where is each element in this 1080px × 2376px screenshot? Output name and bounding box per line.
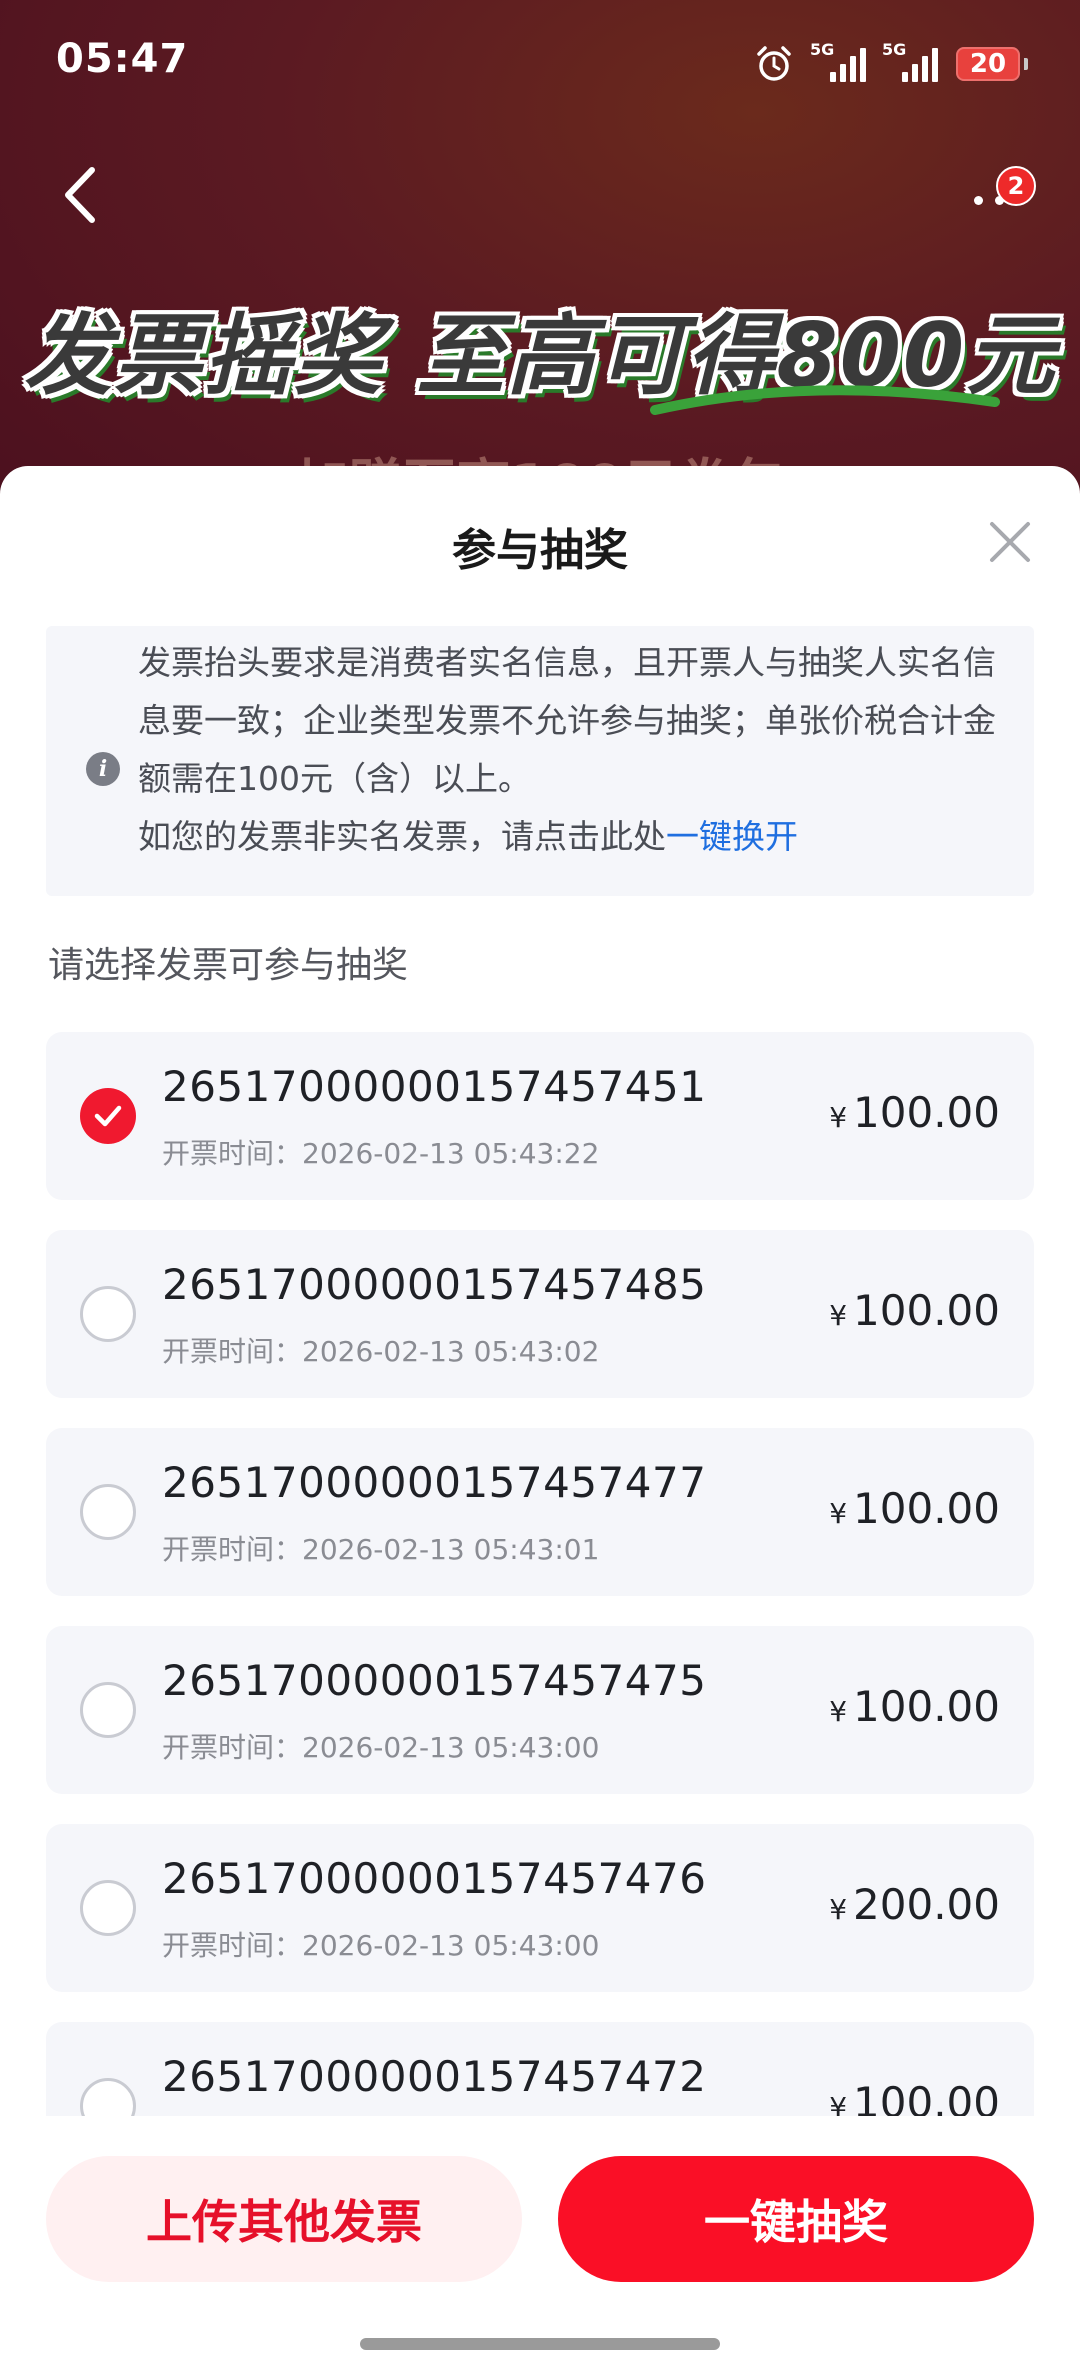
currency-symbol: ¥: [829, 1695, 848, 1728]
invoice-item[interactable]: 26517000000157457476 开票时间：2026-02-13 05:4…: [46, 1824, 1034, 1992]
alarm-icon: [757, 46, 791, 81]
one-click-draw-button[interactable]: 一键抽奖: [558, 2156, 1034, 2282]
invoice-list: 26517000000157457451 开票时间：2026-02-13 05:4…: [46, 1032, 1034, 2124]
invoice-amount: ¥100.00: [829, 1088, 1000, 1137]
amount-value: 200.00: [853, 1880, 1000, 1929]
invoice-amount: ¥100.00: [829, 1682, 1000, 1731]
network-type-label: 5G: [810, 40, 835, 59]
invoice-time-value: 2026-02-13 05:43:02: [302, 1335, 600, 1368]
invoice-number: 26517000000157457451: [162, 1062, 707, 1111]
invoice-item[interactable]: 26517000000157457472 ¥100.00: [46, 2022, 1034, 2124]
currency-symbol: ¥: [829, 1299, 848, 1332]
invoice-time: 开票时间：2026-02-13 05:43:02: [162, 1330, 599, 1370]
network-type-label: 5G: [882, 40, 907, 59]
invoice-time-label: 开票时间：: [162, 1533, 303, 1566]
invoice-time-label: 开票时间：: [162, 1929, 303, 1962]
notification-badge: 2: [996, 166, 1036, 206]
amount-value: 100.00: [853, 1682, 1000, 1731]
checked-radio-icon[interactable]: [80, 1088, 136, 1144]
close-icon[interactable]: [980, 512, 1040, 572]
notice-rules: 发票抬头要求是消费者实名信息，且开票人与抽奖人实名信息要一致；企业类型发票不允许…: [138, 643, 996, 798]
status-bar: 05:47 5G 5G 20: [0, 0, 1080, 130]
footer-actions: 上传其他发票 一键抽奖: [0, 2116, 1080, 2376]
currency-symbol: ¥: [829, 1497, 848, 1530]
radio-icon[interactable]: [80, 1484, 136, 1540]
radio-icon[interactable]: [80, 1286, 136, 1342]
battery-icon: 20: [956, 47, 1028, 81]
invoice-time-value: 2026-02-13 05:43:22: [302, 1137, 600, 1170]
swoosh-decoration: [650, 385, 1000, 415]
amount-value: 100.00: [853, 1088, 1000, 1137]
currency-symbol: ¥: [829, 1101, 848, 1134]
invoice-time-value: 2026-02-13 05:43:01: [302, 1533, 600, 1566]
notice-box: i 发票抬头要求是消费者实名信息，且开票人与抽奖人实名信息要一致；企业类型发票不…: [46, 626, 1034, 896]
signal-icon: 5G: [810, 40, 866, 82]
select-invoice-label: 请选择发票可参与抽奖: [48, 945, 409, 986]
invoice-time-label: 开票时间：: [162, 1731, 303, 1764]
radio-icon[interactable]: [80, 1682, 136, 1738]
amount-value: 100.00: [853, 1484, 1000, 1533]
sheet-title: 参与抽奖: [452, 525, 628, 576]
invoice-amount: ¥100.00: [829, 1484, 1000, 1533]
invoice-amount: ¥100.00: [829, 1286, 1000, 1335]
home-indicator[interactable]: [360, 2338, 720, 2350]
invoice-time-value: 2026-02-13 05:43:00: [302, 1929, 600, 1962]
invoice-number: 26517000000157457485: [162, 1260, 707, 1309]
lottery-sheet: 参与抽奖 i 发票抬头要求是消费者实名信息，且开票人与抽奖人实名信息要一致；企业…: [0, 466, 1080, 2376]
status-time: 05:47: [56, 36, 189, 82]
amount-value: 100.00: [853, 1286, 1000, 1335]
status-icons: 5G 5G 20: [754, 40, 1028, 88]
invoice-amount: ¥200.00: [829, 1880, 1000, 1929]
invoice-time-label: 开票时间：: [162, 1335, 303, 1368]
battery-level: 20: [969, 49, 1007, 79]
radio-icon[interactable]: [80, 1880, 136, 1936]
more-button[interactable]: 2: [960, 166, 1040, 230]
invoice-time-value: 2026-02-13 05:43:00: [302, 1731, 600, 1764]
signal-icon: 5G: [882, 40, 938, 82]
notice-text: 发票抬头要求是消费者实名信息，且开票人与抽奖人实名信息要一致；企业类型发票不允许…: [138, 634, 1008, 866]
invoice-time: 开票时间：2026-02-13 05:43:01: [162, 1528, 599, 1568]
reissue-link[interactable]: 一键换开: [666, 817, 798, 856]
invoice-number: 26517000000157457476: [162, 1854, 707, 1903]
notice-reissue-text: 如您的发票非实名发票，请点击此处: [138, 817, 666, 856]
invoice-number: 26517000000157457475: [162, 1656, 707, 1705]
info-icon: i: [86, 752, 120, 786]
upload-other-invoice-button[interactable]: 上传其他发票: [46, 2156, 522, 2282]
back-icon[interactable]: [52, 160, 112, 230]
invoice-item[interactable]: 26517000000157457485 开票时间：2026-02-13 05:4…: [46, 1230, 1034, 1398]
invoice-time: 开票时间：2026-02-13 05:43:22: [162, 1132, 599, 1172]
invoice-number: 26517000000157457472: [162, 2052, 707, 2101]
invoice-number: 26517000000157457477: [162, 1458, 707, 1507]
invoice-item[interactable]: 26517000000157457477 开票时间：2026-02-13 05:4…: [46, 1428, 1034, 1596]
invoice-time: 开票时间：2026-02-13 05:43:00: [162, 1726, 599, 1766]
invoice-time-label: 开票时间：: [162, 1137, 303, 1170]
invoice-time: 开票时间：2026-02-13 05:43:00: [162, 1924, 599, 1964]
invoice-item[interactable]: 26517000000157457475 开票时间：2026-02-13 05:4…: [46, 1626, 1034, 1794]
invoice-item[interactable]: 26517000000157457451 开票时间：2026-02-13 05:4…: [46, 1032, 1034, 1200]
nav-bar: 2: [0, 140, 1080, 250]
currency-symbol: ¥: [829, 1893, 848, 1926]
